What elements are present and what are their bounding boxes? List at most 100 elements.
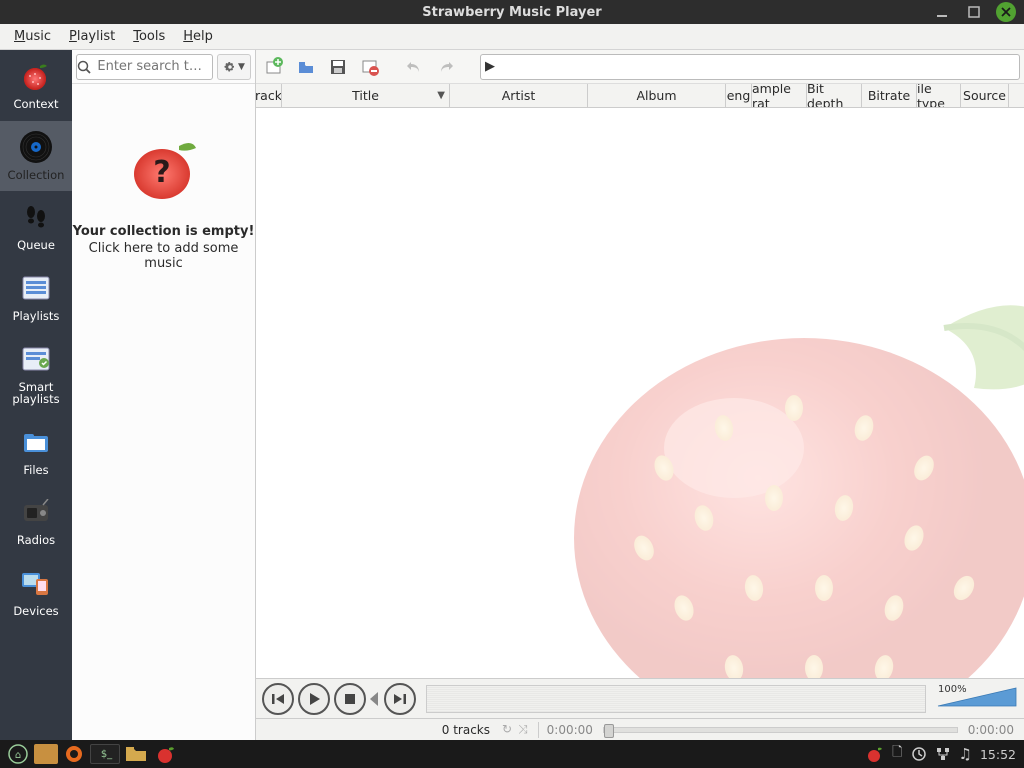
maximize-button[interactable] bbox=[964, 2, 984, 22]
menu-tools[interactable]: Tools bbox=[125, 26, 173, 47]
seek-thumb[interactable] bbox=[604, 724, 614, 738]
sidebar-item-collection[interactable]: Collection bbox=[0, 121, 72, 192]
smart-playlist-icon bbox=[0, 341, 72, 377]
sidebar-item-context[interactable]: Context bbox=[0, 50, 72, 121]
sidebar-item-devices[interactable]: Devices bbox=[0, 557, 72, 628]
empty-title: Your collection is empty! bbox=[73, 224, 255, 239]
player-controls: 100% bbox=[256, 678, 1024, 718]
column-header[interactable]: Source bbox=[961, 84, 1009, 107]
column-header[interactable]: Bit depth bbox=[807, 84, 862, 107]
status-icons: ↻ ⤨ bbox=[496, 722, 534, 737]
collection-pane: ▼ ? Your collection is empty! Click here… bbox=[72, 50, 256, 740]
stop-button[interactable] bbox=[334, 683, 366, 715]
devices-icon bbox=[0, 565, 72, 601]
clear-playlist-button[interactable] bbox=[356, 54, 384, 80]
next-button[interactable] bbox=[384, 683, 416, 715]
close-button[interactable] bbox=[996, 2, 1016, 22]
search-icon bbox=[77, 60, 97, 74]
shuffle-icon[interactable]: ⤨ bbox=[518, 722, 528, 737]
search-input-wrapper[interactable] bbox=[76, 54, 213, 80]
new-playlist-button[interactable] bbox=[260, 54, 288, 80]
sidebar-item-radios[interactable]: Radios bbox=[0, 486, 72, 557]
column-header[interactable]: Album bbox=[588, 84, 726, 107]
volume-control[interactable]: 100% bbox=[936, 684, 1018, 714]
sidebar-item-label: Playlists bbox=[0, 310, 72, 323]
status-bar: 0 tracks ↻ ⤨ 0:00:00 0:00:00 bbox=[256, 718, 1024, 740]
strawberry-watermark bbox=[544, 268, 1024, 678]
column-header[interactable]: Bitrate bbox=[862, 84, 917, 107]
minimize-button[interactable] bbox=[932, 2, 952, 22]
tray-sound-icon[interactable]: ♫ bbox=[959, 745, 972, 763]
column-header[interactable]: rack bbox=[256, 84, 282, 107]
footsteps-icon bbox=[0, 199, 72, 235]
files-task[interactable] bbox=[122, 742, 150, 766]
column-header[interactable]: ample rat bbox=[752, 84, 807, 107]
strawberry-question-icon: ? bbox=[124, 134, 204, 204]
playlist-content[interactable] bbox=[256, 108, 1024, 678]
svg-text:⌂: ⌂ bbox=[15, 750, 21, 761]
vinyl-icon bbox=[0, 129, 72, 165]
menubar: Music Playlist Tools Help bbox=[0, 24, 1024, 50]
tray-update-icon[interactable] bbox=[911, 746, 927, 762]
sidebar-item-files[interactable]: Files bbox=[0, 416, 72, 487]
table-header: rackTitle▼ArtistAlbumengample ratBit dep… bbox=[256, 84, 1024, 108]
sidebar-item-label: Files bbox=[0, 464, 72, 477]
sidebar-item-label: Collection bbox=[0, 169, 72, 182]
menu-button[interactable]: ⌂ bbox=[4, 742, 32, 766]
window-title: Strawberry Music Player bbox=[422, 5, 601, 20]
sidebar-item-label: Context bbox=[0, 98, 72, 111]
menu-playlist[interactable]: Playlist bbox=[61, 26, 123, 47]
system-taskbar: ⌂ $_ 🗋 ♫ 15:52 bbox=[0, 740, 1024, 768]
firefox-task[interactable] bbox=[60, 742, 88, 766]
sidebar-item-playlists[interactable]: Playlists bbox=[0, 262, 72, 333]
clock[interactable]: 15:52 bbox=[976, 747, 1020, 762]
menu-help[interactable]: Help bbox=[175, 26, 221, 47]
undo-button[interactable] bbox=[400, 54, 428, 80]
sidebar-item-smart-playlists[interactable]: Smart playlists bbox=[0, 333, 72, 416]
playlist-toolbar: ▶ bbox=[256, 50, 1024, 84]
sidebar: Context Collection Queue Playlists Smart… bbox=[0, 50, 72, 740]
collection-toolbar: ▼ bbox=[72, 50, 255, 84]
app-body: Context Collection Queue Playlists Smart… bbox=[0, 50, 1024, 740]
collection-empty-state[interactable]: ? Your collection is empty! Click here t… bbox=[72, 84, 255, 740]
search-input[interactable] bbox=[97, 59, 212, 74]
show-desktop-button[interactable] bbox=[34, 744, 58, 764]
tray-network-icon[interactable] bbox=[935, 746, 951, 762]
column-header[interactable]: Artist bbox=[450, 84, 588, 107]
track-waveform[interactable] bbox=[426, 685, 926, 713]
column-header[interactable]: Title▼ bbox=[282, 84, 450, 107]
sidebar-item-label: Devices bbox=[0, 605, 72, 618]
play-button[interactable] bbox=[298, 683, 330, 715]
sidebar-item-label: Radios bbox=[0, 534, 72, 547]
sidebar-item-queue[interactable]: Queue bbox=[0, 191, 72, 262]
folder-icon bbox=[0, 424, 72, 460]
strawberry-task[interactable] bbox=[152, 742, 180, 766]
playlist-icon bbox=[0, 270, 72, 306]
strawberry-icon bbox=[0, 58, 72, 94]
sidebar-item-label: Queue bbox=[0, 239, 72, 252]
path-arrow-icon: ▶ bbox=[485, 59, 495, 74]
redo-button[interactable] bbox=[432, 54, 460, 80]
column-header[interactable]: ile type bbox=[917, 84, 961, 107]
column-header[interactable]: eng bbox=[726, 84, 752, 107]
repeat-icon[interactable]: ↻ bbox=[502, 722, 512, 737]
collection-options-button[interactable]: ▼ bbox=[217, 54, 251, 80]
open-playlist-button[interactable] bbox=[292, 54, 320, 80]
system-tray: 🗋 ♫ bbox=[862, 743, 976, 765]
time-total: 0:00:00 bbox=[964, 723, 1018, 737]
track-count: 0 tracks bbox=[262, 723, 496, 737]
menu-music[interactable]: Music bbox=[6, 26, 59, 47]
empty-subtitle: Click here to add some music bbox=[72, 241, 255, 271]
playlist-pane: ▶ rackTitle▼ArtistAlbumengample ratBit d… bbox=[256, 50, 1024, 740]
path-bar[interactable]: ▶ bbox=[480, 54, 1020, 80]
tray-strawberry-icon[interactable] bbox=[866, 745, 884, 763]
terminal-task[interactable]: $_ bbox=[90, 744, 120, 764]
previous-button[interactable] bbox=[262, 683, 294, 715]
time-elapsed: 0:00:00 bbox=[543, 723, 597, 737]
volume-label: 100% bbox=[938, 684, 967, 695]
seek-slider[interactable] bbox=[603, 727, 958, 733]
window-controls bbox=[932, 2, 1016, 22]
tray-battery-icon[interactable]: 🗋 bbox=[892, 743, 902, 765]
save-playlist-button[interactable] bbox=[324, 54, 352, 80]
svg-text:?: ? bbox=[153, 155, 170, 190]
